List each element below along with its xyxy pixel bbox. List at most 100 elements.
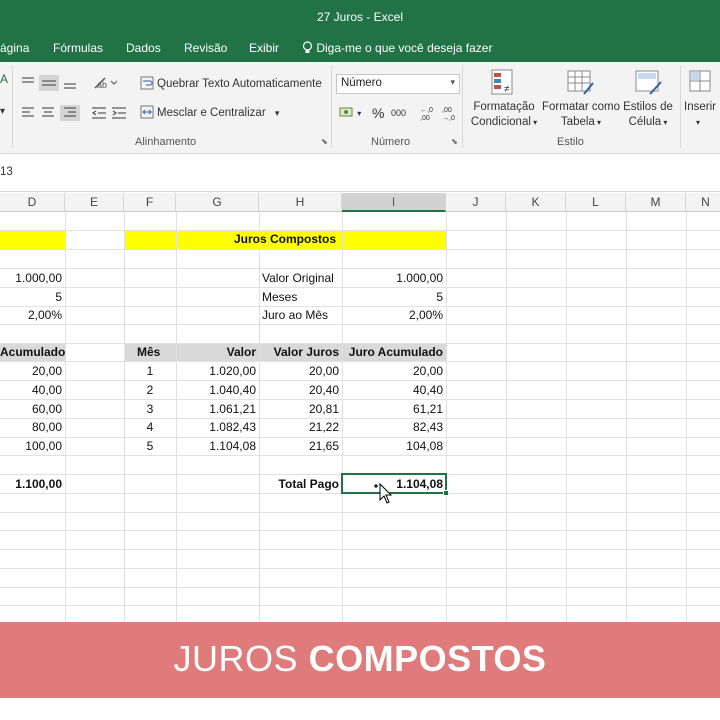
col-header-h[interactable]: H — [259, 193, 342, 212]
table-cell-month[interactable]: 3 — [124, 400, 176, 418]
orientation-icon[interactable]: ab — [92, 74, 118, 92]
cell-d-header[interactable]: Acumulado — [0, 343, 65, 361]
param-label[interactable]: Valor Original — [262, 269, 334, 287]
name-box[interactable]: 13 — [0, 166, 13, 178]
table-cell-interest[interactable]: 20,40 — [259, 381, 339, 399]
indent-icons[interactable] — [90, 104, 130, 122]
param-value[interactable]: 2,00% — [342, 306, 443, 324]
font-dropdown-chevron[interactable]: ▾ — [0, 106, 5, 117]
col-header-n[interactable]: N — [686, 193, 720, 212]
number-format-select[interactable]: Número ▾ — [336, 74, 460, 94]
thousands-separator-button[interactable]: 000 — [391, 108, 406, 118]
table-cell-value[interactable]: 1.020,00 — [176, 362, 256, 380]
table-cell-interest[interactable]: 20,00 — [259, 362, 339, 380]
number-group-label: Número — [371, 136, 411, 148]
accounting-format-button[interactable]: ▾ — [339, 105, 361, 119]
dialog-launcher-icon[interactable]: ⬊ — [451, 137, 458, 146]
table-cell-interest[interactable]: 21,65 — [259, 437, 339, 455]
table-header-value[interactable]: Valor — [176, 343, 256, 361]
table-cell-value[interactable]: 1.104,08 — [176, 437, 256, 455]
table-cell-accumulated[interactable]: 82,43 — [342, 418, 443, 436]
font-color-button[interactable]: A — [0, 72, 8, 86]
grid-line — [506, 212, 507, 632]
conditional-formatting-button[interactable]: Formatação Condicional ▾ — [466, 100, 542, 130]
table-cell-accumulated[interactable]: 104,08 — [342, 437, 443, 455]
table-cell-month[interactable]: 2 — [124, 381, 176, 399]
svg-text:,00: ,00 — [420, 115, 430, 122]
cell-d-value[interactable]: 1.000,00 — [0, 269, 62, 287]
horizontal-align-icons[interactable] — [20, 104, 80, 122]
wrap-text-button[interactable]: Quebrar Texto Automaticamente — [140, 76, 322, 90]
worksheet-grid[interactable]: 1.000,00 5 2,00% Acumulado 20,00 40,00 6… — [0, 212, 720, 632]
tab-review[interactable]: Revisão — [184, 41, 227, 55]
tab-data[interactable]: Dados — [126, 41, 161, 55]
tell-me-box[interactable]: Diga-me o que você deseja fazer — [302, 41, 492, 55]
table-cell-interest[interactable]: 20,81 — [259, 400, 339, 418]
table-cell-accumulated[interactable]: 20,00 — [342, 362, 443, 380]
format-as-table-button[interactable]: Formatar como Tabela ▾ — [542, 100, 620, 130]
percent-button[interactable]: % — [372, 105, 384, 121]
top-align-icons[interactable] — [20, 74, 80, 92]
cell-d-row[interactable]: 80,00 — [0, 418, 62, 436]
table-cell-month[interactable]: 5 — [124, 437, 176, 455]
param-value[interactable]: 5 — [342, 288, 443, 306]
col-header-e[interactable]: E — [65, 193, 124, 212]
table-header-accumulated[interactable]: Juro Acumulado — [342, 343, 443, 361]
grid-line — [0, 549, 720, 550]
grid-line — [0, 530, 720, 531]
table-cell-accumulated[interactable]: 61,21 — [342, 400, 443, 418]
table-cell-interest[interactable]: 21,22 — [259, 418, 339, 436]
col-header-d[interactable]: D — [0, 193, 65, 212]
wrap-text-icon — [140, 76, 154, 90]
cell-d-row[interactable]: 100,00 — [0, 437, 62, 455]
decimal-buttons-icon[interactable]: ←,0,00 ,00→,0 — [418, 104, 460, 122]
table-header-month[interactable]: Mês — [137, 343, 160, 361]
table-cell-value[interactable]: 1.040,40 — [176, 381, 256, 399]
window-title: 27 Juros - Excel — [316, 10, 404, 24]
style-group-label: Estilo — [557, 136, 584, 148]
table-cell-month[interactable]: 1 — [124, 362, 176, 380]
param-label[interactable]: Meses — [262, 288, 297, 306]
section-title[interactable]: Juros Compostos — [124, 230, 446, 248]
insert-cells-icon[interactable] — [688, 68, 714, 98]
total-label[interactable]: Total Pago — [259, 475, 339, 493]
tab-view[interactable]: Exibir — [249, 41, 279, 55]
cell-styles-icon[interactable] — [634, 68, 664, 98]
ribbon: A ▾ ab Quebrar Texto Automaticamente Mes… — [0, 62, 720, 154]
ribbon-tabs: ágina Fórmulas Dados Revisão Exibir Diga… — [0, 35, 720, 62]
tab-layout[interactable]: ágina — [0, 41, 29, 55]
format-as-table-icon[interactable] — [566, 68, 596, 98]
cell-styles-button[interactable]: Estilos de Célula ▾ — [620, 100, 676, 130]
param-label[interactable]: Juro ao Mês — [262, 306, 328, 324]
col-header-k[interactable]: K — [506, 193, 566, 212]
cell-d-row[interactable]: 20,00 — [0, 362, 62, 380]
col-header-l[interactable]: L — [566, 193, 626, 212]
insert-button[interactable]: Inserir ▾ — [684, 100, 720, 130]
table-cell-month[interactable]: 4 — [124, 418, 176, 436]
table-cell-value[interactable]: 1.061,21 — [176, 400, 256, 418]
svg-text:ab: ab — [97, 80, 107, 90]
grid-line — [0, 605, 720, 606]
cell-d-total[interactable]: 1.100,00 — [0, 475, 62, 493]
param-value[interactable]: 1.000,00 — [342, 269, 443, 287]
table-cell-value[interactable]: 1.082,43 — [176, 418, 256, 436]
col-header-m[interactable]: M — [626, 193, 686, 212]
table-cell-accumulated[interactable]: 40,40 — [342, 381, 443, 399]
fill-handle[interactable] — [443, 490, 449, 496]
dialog-launcher-icon[interactable]: ⬊ — [321, 137, 328, 146]
col-header-i[interactable]: I — [342, 193, 446, 212]
cell-d-row[interactable]: 60,00 — [0, 400, 62, 418]
table-header-interest[interactable]: Valor Juros — [259, 343, 339, 361]
merge-center-button[interactable]: Mesclar e Centralizar ▾ — [140, 105, 279, 119]
col-header-g[interactable]: G — [176, 193, 259, 212]
col-header-f[interactable]: F — [124, 193, 176, 212]
cell-d-row[interactable]: 40,00 — [0, 381, 62, 399]
group-separator — [12, 66, 13, 148]
col-header-j[interactable]: J — [446, 193, 506, 212]
tab-formulas[interactable]: Fórmulas — [53, 41, 103, 55]
conditional-formatting-icon[interactable]: ≠ — [490, 68, 518, 98]
cell-d-value[interactable]: 2,00% — [0, 306, 62, 324]
cell-d-value[interactable]: 5 — [0, 288, 62, 306]
grid-line — [0, 568, 720, 569]
grid-line — [686, 212, 687, 632]
